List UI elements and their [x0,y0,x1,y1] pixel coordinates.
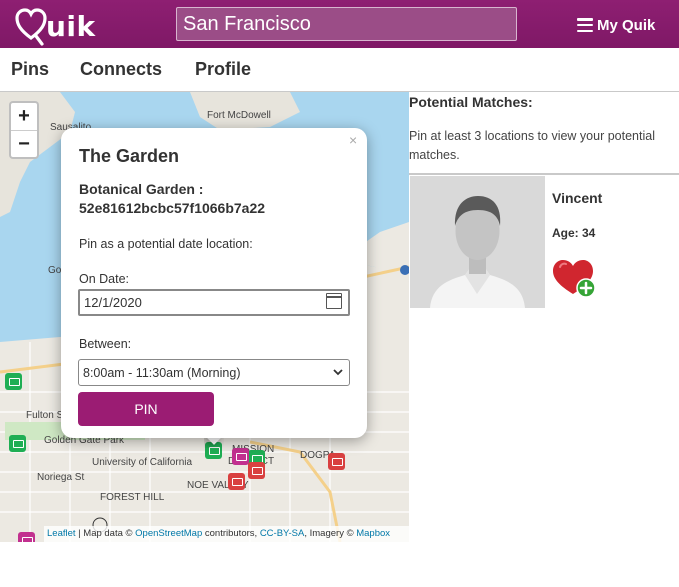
map-attribution: Leaflet | Map data © OpenStreetMap contr… [44,526,409,542]
license-link[interactable]: CC-BY-SA [260,528,305,539]
avatar-placeholder-icon [410,176,545,308]
potential-matches-title: Potential Matches: [409,94,533,110]
popup-subtitle: Botanical Garden : 52e81612bcbc57f1066b7… [79,181,266,216]
map-marker-icon[interactable] [228,473,245,490]
match-avatar[interactable] [410,176,545,308]
attribution-text: | Map data © [75,528,136,539]
main-nav: Pins Connects Profile [0,48,679,92]
calendar-icon[interactable] [326,293,342,309]
date-input[interactable]: 12/1/2020 [78,289,350,316]
attribution-text: , Imagery © [304,528,357,539]
map-label-ucsf: University of California [92,457,193,468]
map-marker-icon[interactable] [232,448,249,465]
map-marker-icon[interactable] [248,462,265,479]
divider [409,173,679,175]
popup-close-button[interactable]: × [349,132,357,148]
osm-link[interactable]: OpenStreetMap [135,528,202,539]
map-marker-icon[interactable] [9,435,26,452]
nav-profile[interactable]: Profile [195,59,251,80]
add-favorite-heart-icon[interactable] [552,258,598,298]
time-range-select[interactable]: 8:00am - 11:30am (Morning) [78,359,350,386]
logo-heart-icon [15,8,47,46]
popup-title: The Garden [79,146,180,166]
logo[interactable]: uik [14,6,96,46]
between-label: Between: [79,337,132,351]
attribution-text: contributors, [202,528,260,539]
zoom-in-button[interactable]: + [11,103,37,130]
logo-text: uik [46,9,96,43]
pin-instruction: Pin as a potential date location: [79,237,253,251]
pin-button[interactable]: PIN [78,392,214,426]
map-marker-icon[interactable] [328,453,345,470]
leaflet-link[interactable]: Leaflet [47,528,76,539]
location-search-input[interactable]: San Francisco [176,7,517,41]
map-label-noriega-st: Noriega St [37,472,85,483]
map-label-forest-hill: FOREST HILL [100,492,165,503]
date-label: On Date: [79,272,130,286]
map-marker-icon[interactable] [5,373,22,390]
my-quik-menu[interactable]: My Quik [577,14,655,36]
map-label-go: Go [48,265,62,276]
hamburger-menu-icon [577,18,593,32]
my-quik-label: My Quik [597,16,656,34]
map-marker-icon[interactable] [18,532,35,542]
nav-connects[interactable]: Connects [80,59,162,80]
chevron-down-icon [333,369,343,376]
potential-matches-hint: Pin at least 3 locations to view your po… [409,129,655,162]
match-age: Age: 34 [552,226,596,240]
mapbox-link[interactable]: Mapbox [356,528,390,539]
zoom-control: + − [9,101,39,159]
zoom-out-button[interactable]: − [11,130,37,157]
app-header: uik San Francisco My Quik [0,0,679,48]
match-name[interactable]: Vincent [552,190,602,206]
nav-pins[interactable]: Pins [11,59,49,80]
map-label-fort-mcdowell: Fort McDowell [207,110,271,121]
